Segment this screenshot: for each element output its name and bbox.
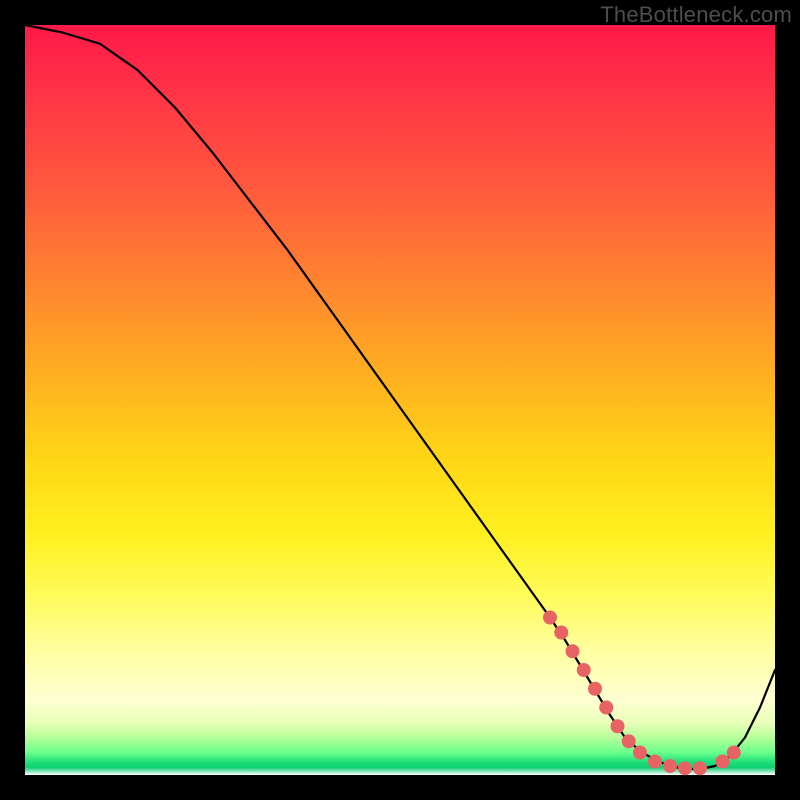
data-marker: [588, 682, 602, 696]
data-marker: [566, 644, 580, 658]
marker-group: [543, 611, 741, 776]
data-marker: [727, 746, 741, 760]
plot-area: [25, 25, 775, 775]
data-marker: [599, 701, 613, 715]
data-marker: [663, 759, 677, 773]
data-marker: [577, 663, 591, 677]
data-marker: [554, 626, 568, 640]
data-marker: [622, 734, 636, 748]
data-marker: [543, 611, 557, 625]
data-marker: [648, 755, 662, 769]
bottleneck-curve: [25, 25, 775, 769]
chart-frame: TheBottleneck.com: [0, 0, 800, 800]
watermark-text: TheBottleneck.com: [600, 2, 792, 28]
data-marker: [693, 761, 707, 775]
data-marker: [678, 761, 692, 775]
chart-svg: [25, 25, 775, 775]
data-marker: [611, 719, 625, 733]
data-marker: [716, 755, 730, 769]
data-marker: [633, 746, 647, 760]
